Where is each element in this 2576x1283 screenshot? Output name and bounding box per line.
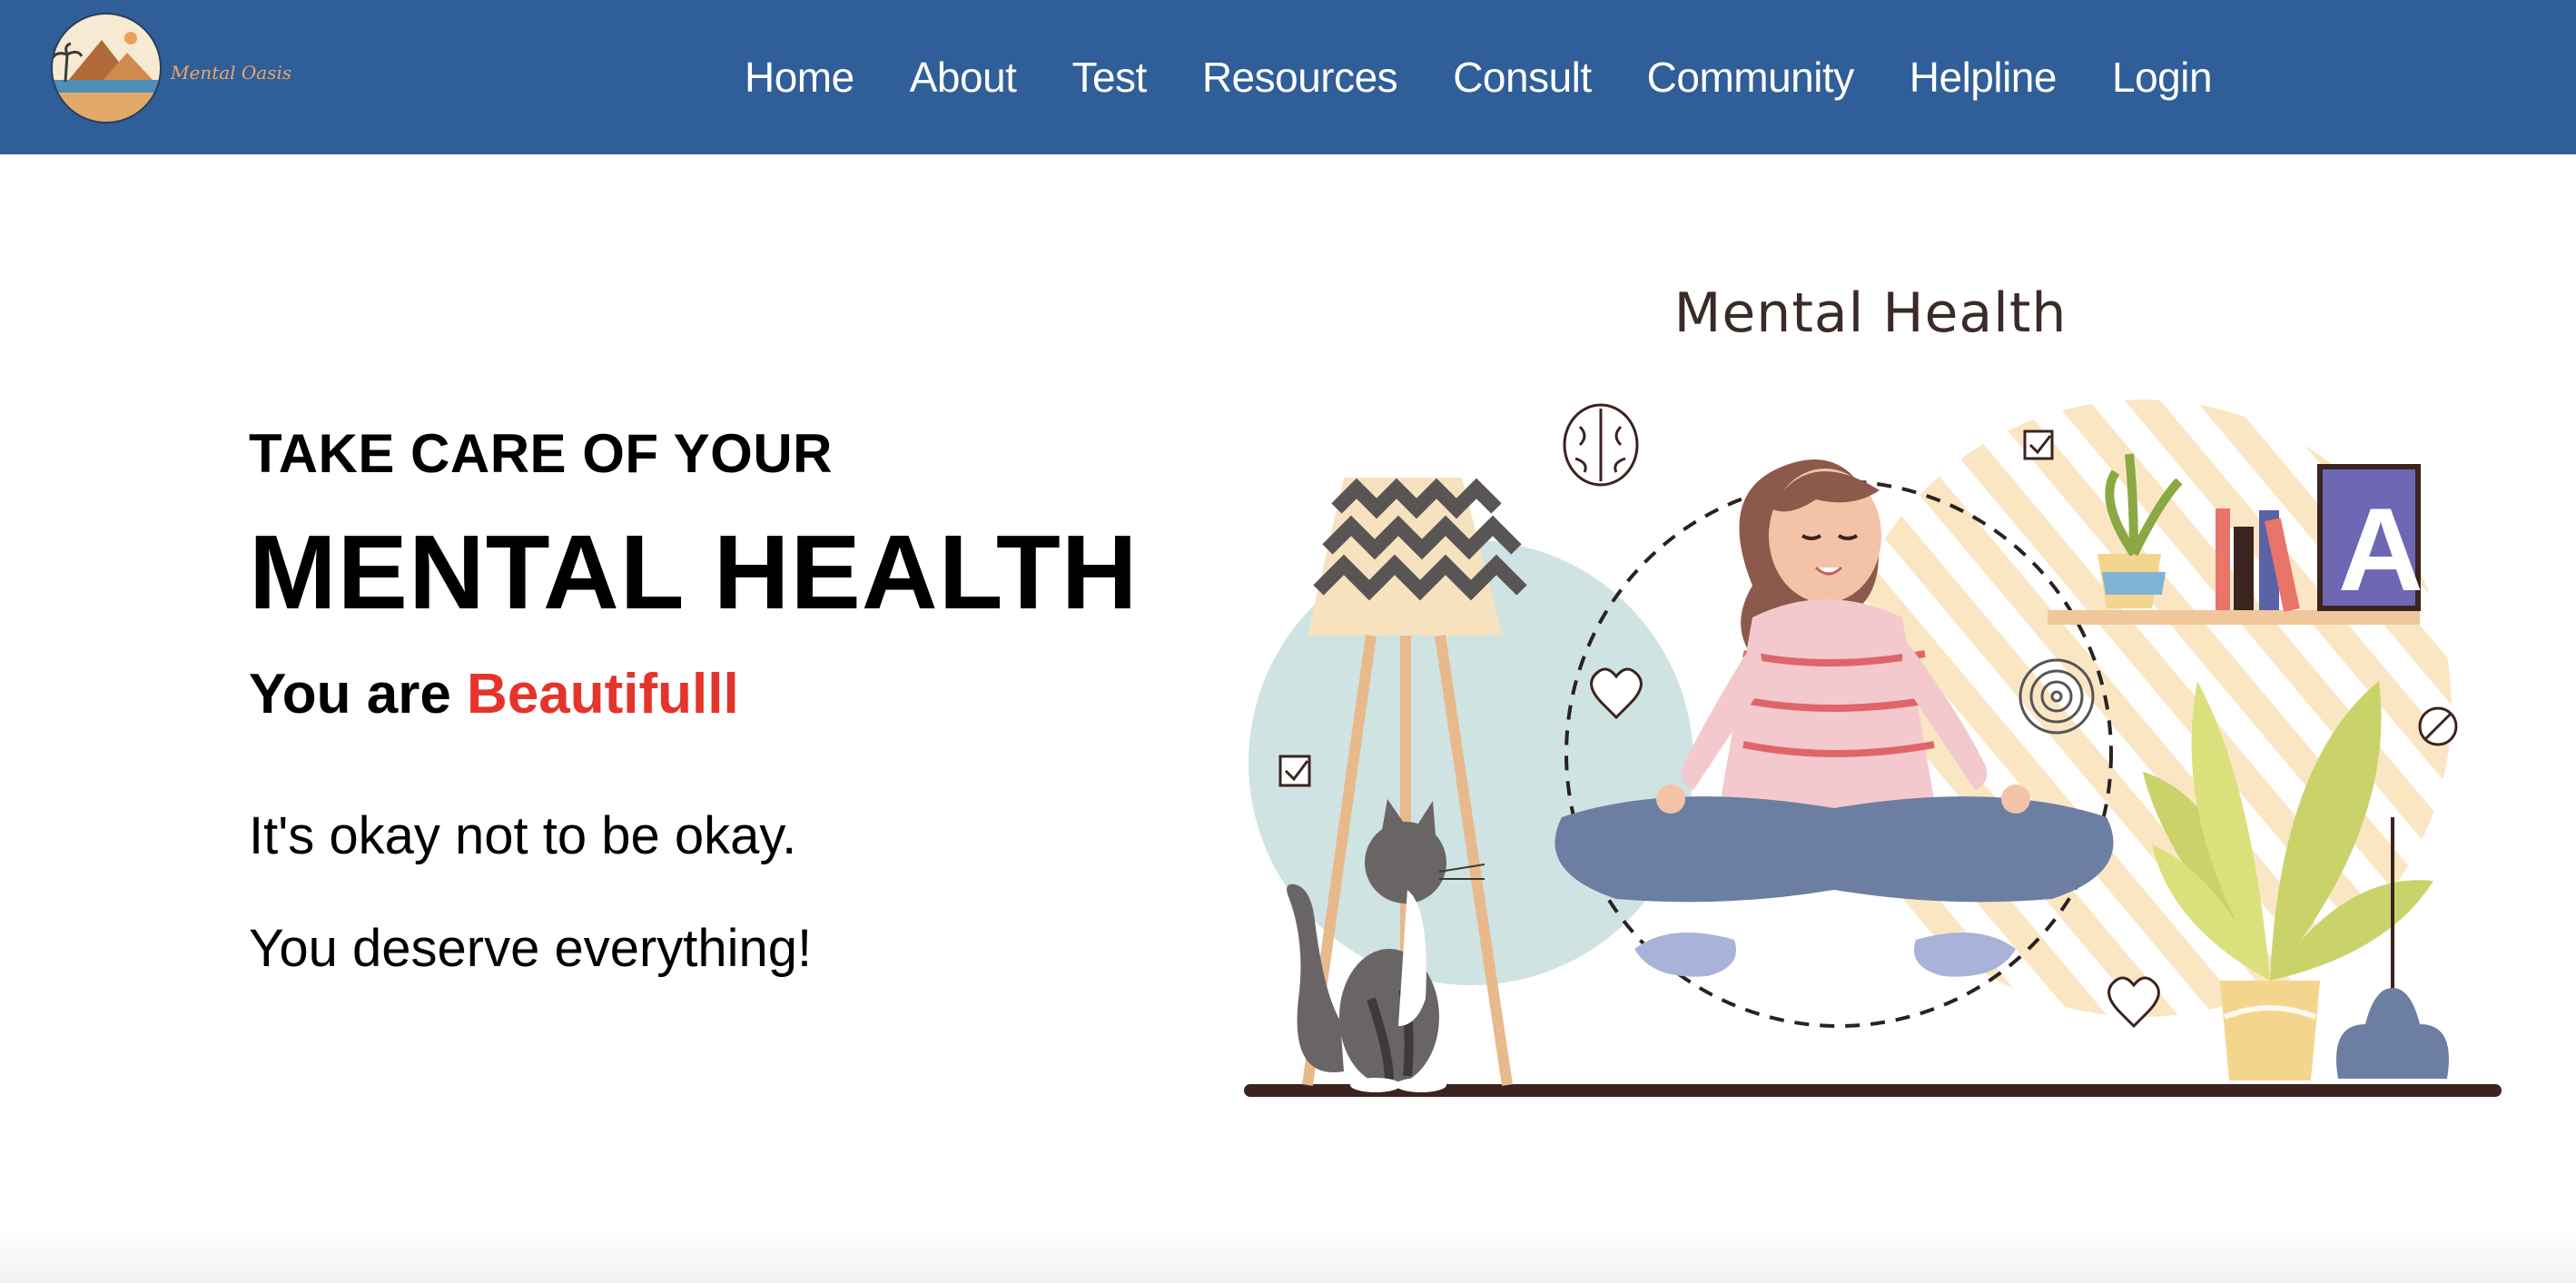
nav-community[interactable]: Community (1647, 53, 1855, 102)
nav-consult[interactable]: Consult (1453, 53, 1592, 102)
brain-icon (1563, 403, 1639, 487)
nav-login[interactable]: Login (2112, 53, 2213, 102)
hero-text: TAKE CARE OF YOUR MENTAL HEALTH You are … (249, 427, 1139, 975)
main-nav: Home About Test Resources Consult Commun… (745, 0, 2213, 154)
brand-name: Mental Oasis (171, 62, 292, 84)
nav-helpline[interactable]: Helpline (1910, 53, 2058, 102)
hero-headline: MENTAL HEALTH (249, 513, 1139, 631)
hero-eyebrow: TAKE CARE OF YOUR (249, 423, 833, 484)
hero-line-1: It's okay not to be okay. (249, 806, 797, 865)
desert-oasis-logo-icon (51, 13, 162, 123)
checkbox-icon (2023, 429, 2054, 460)
no-entry-icon (2418, 706, 2458, 746)
nav-about[interactable]: About (910, 53, 1017, 102)
book-letter: A (2338, 483, 2423, 616)
nav-home[interactable]: Home (745, 53, 854, 102)
meditation-scene: A (1244, 400, 2502, 1097)
bottom-fade (0, 1229, 2576, 1283)
hero-tagline: You are Beautifulll (249, 666, 1139, 723)
tagline-accent: Beautifulll (467, 663, 739, 725)
checkbox-icon (1278, 755, 1311, 787)
tagline-prefix: You are (249, 663, 451, 725)
brand-logo[interactable]: Mental Oasis (47, 9, 292, 127)
heart-icon (2107, 976, 2160, 1029)
nav-test[interactable]: Test (1071, 53, 1147, 102)
hero-illustration: Mental Health A (1235, 272, 2524, 1117)
hero-line-2: You deserve everything! (249, 919, 813, 978)
navbar: Mental Oasis Home About Test Resources C… (0, 0, 2576, 154)
nav-resources[interactable]: Resources (1202, 53, 1398, 102)
